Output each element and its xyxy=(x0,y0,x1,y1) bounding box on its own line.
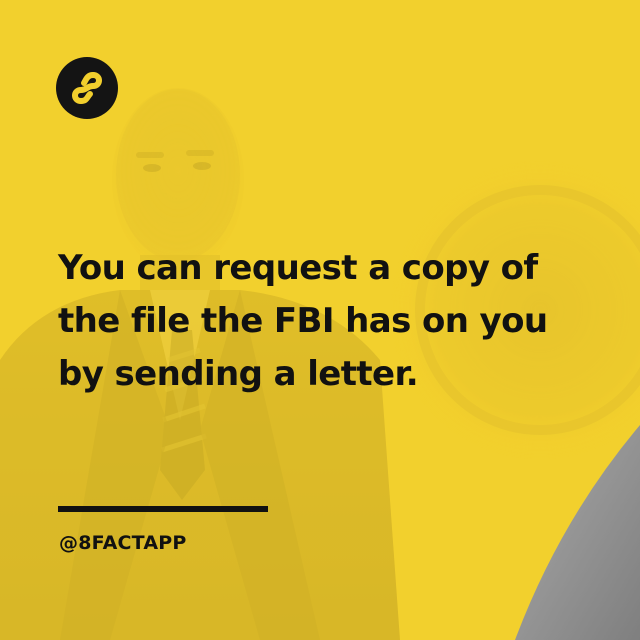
fact-line-2: the file the FBI has on you xyxy=(58,301,548,341)
divider-bar xyxy=(58,506,268,512)
fact-headline: You can request a copy of the file the F… xyxy=(58,242,618,401)
infinity-8-icon xyxy=(72,72,102,105)
brand-handle: @8FACTAPP xyxy=(59,532,187,554)
fact-line-3: by sending a letter. xyxy=(58,354,419,394)
fact-card: You can request a copy of the file the F… xyxy=(0,0,640,640)
app-logo xyxy=(56,57,118,119)
fact-line-1: You can request a copy of xyxy=(58,248,538,288)
